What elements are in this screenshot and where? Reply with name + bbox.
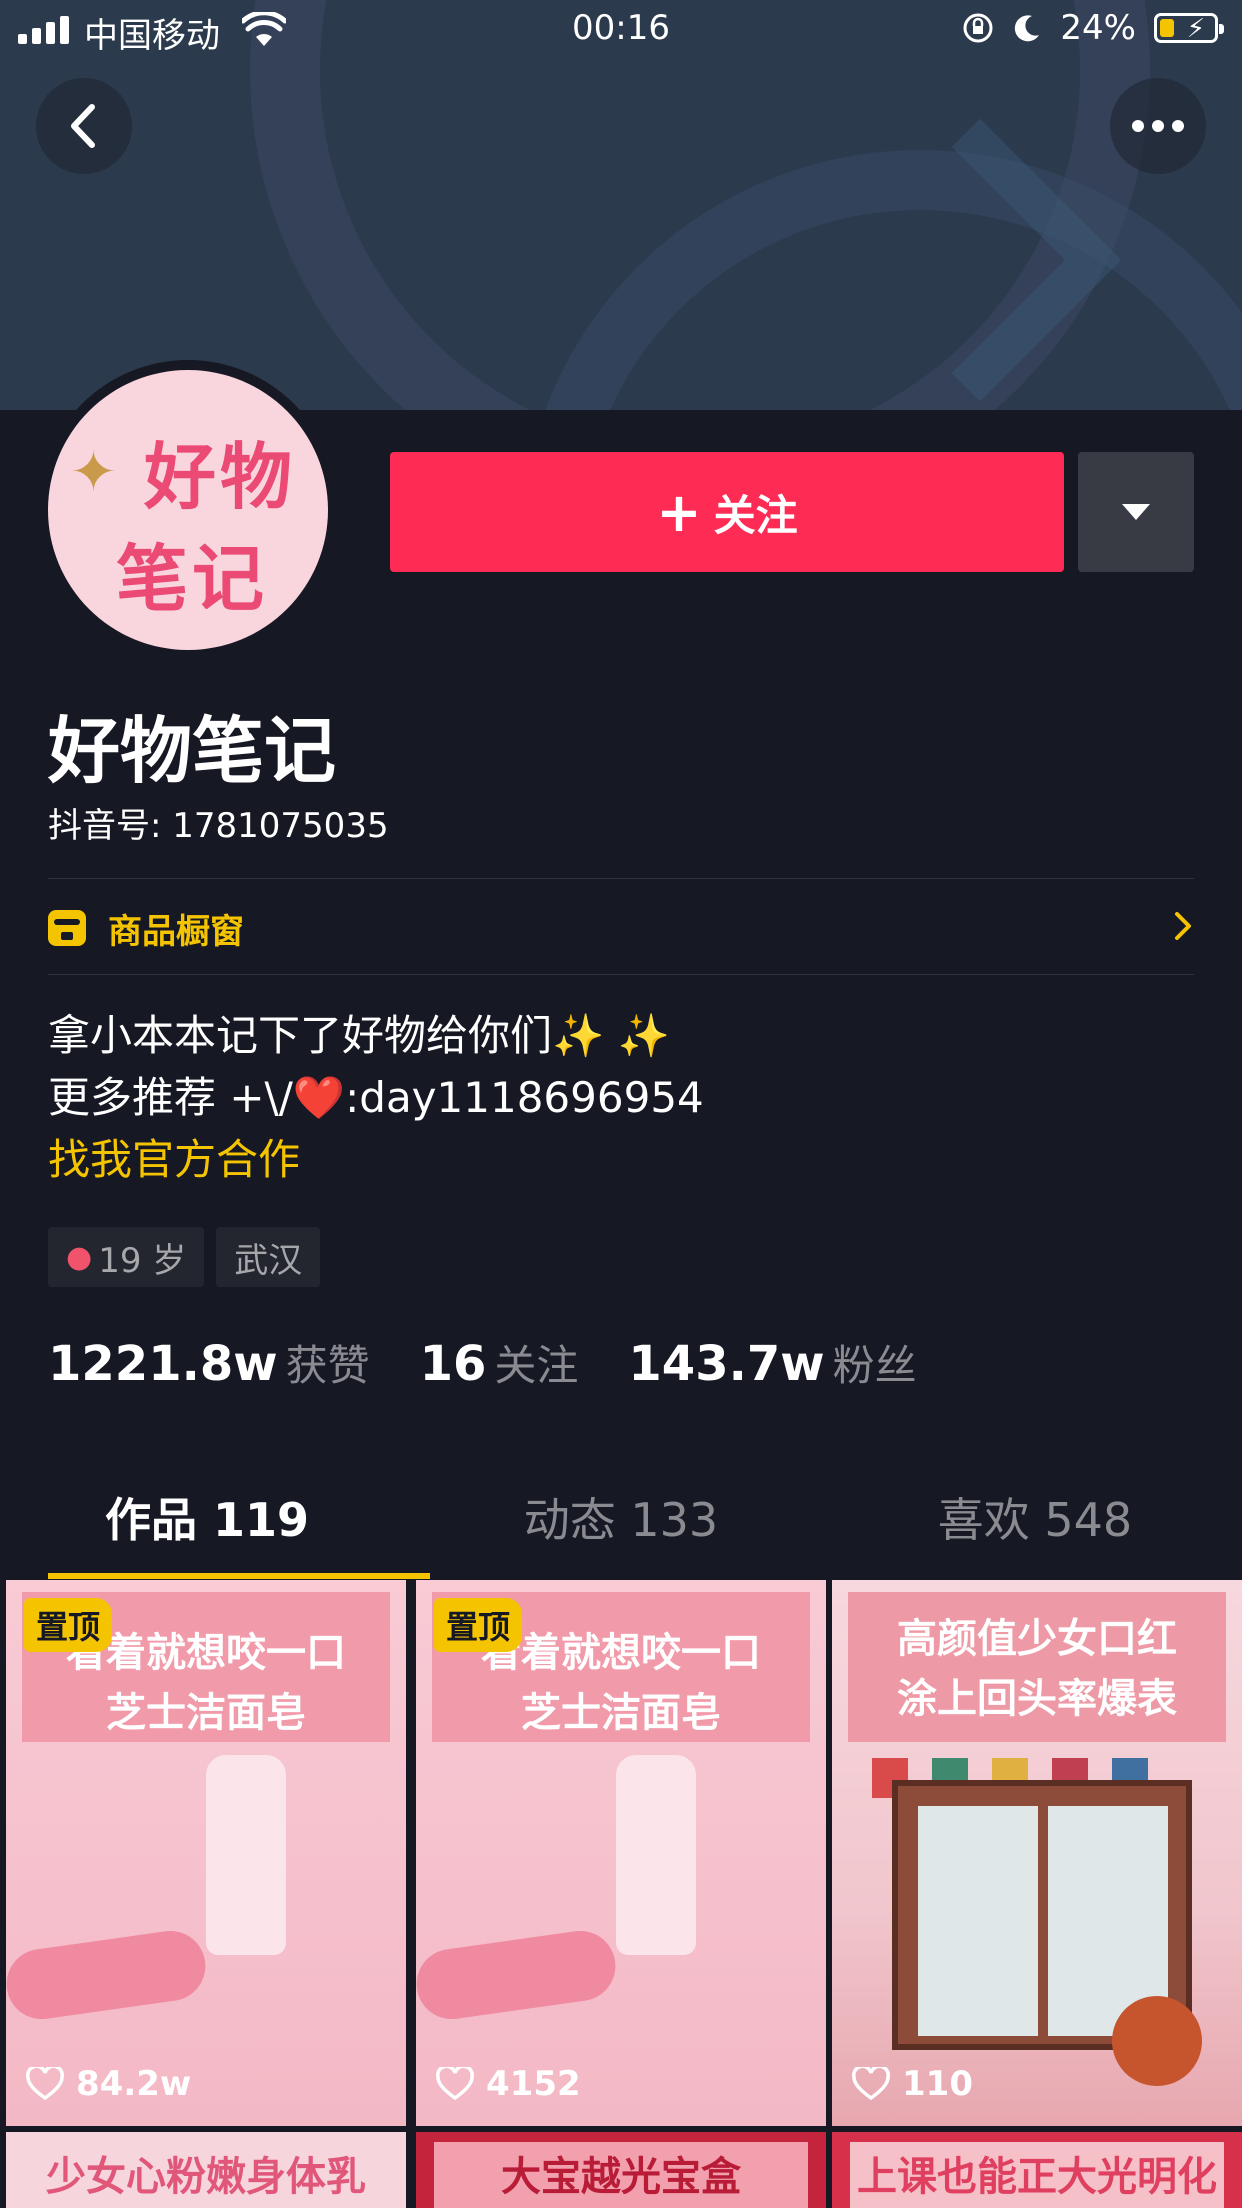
magic-wand-icon: ✦ <box>70 440 117 505</box>
cooperation-link[interactable]: 找我官方合作 <box>48 1129 704 1191</box>
battery-icon: ⚡ <box>1154 13 1224 44</box>
video-thumbnail[interactable]: 高颜值少女口红 涂上回头率爆表 110 <box>832 1580 1242 2126</box>
video-thumbnail[interactable]: 少女心粉嫩身体乳 <box>6 2132 406 2208</box>
pinned-badge: 置顶 <box>24 1598 113 1652</box>
stat-followers[interactable]: 143.7w 粉丝 <box>628 1332 916 1393</box>
chevron-right-icon <box>1175 912 1191 940</box>
video-likes: 4152 <box>436 2064 581 2104</box>
pinned-badge: 置顶 <box>434 1598 523 1652</box>
avatar-text-line1: 好物 <box>144 435 297 519</box>
tab-dynamics[interactable]: 动态 133 <box>414 1480 828 1580</box>
shop-icon <box>48 910 86 946</box>
shop-window-row[interactable]: 商品橱窗 <box>48 880 1194 976</box>
tab-works[interactable]: 作品 119 <box>0 1480 414 1580</box>
profile-stats: 1221.8w 获赞 16 关注 143.7w 粉丝 <box>48 1332 967 1393</box>
divider <box>48 974 1194 975</box>
recommend-dropdown-button[interactable] <box>1078 452 1194 572</box>
female-icon: ● <box>66 1239 93 1275</box>
chevron-left-icon <box>71 104 95 148</box>
video-likes: 110 <box>852 2064 973 2104</box>
avatar-text-line2: 笔记 <box>116 537 269 621</box>
profile-tabs: 作品 119 动态 133 喜欢 548 <box>0 1480 1242 1580</box>
plus-icon: + <box>656 480 702 544</box>
battery-percent: 24% <box>1060 8 1136 48</box>
douyin-id: 抖音号: 1781075035 <box>48 806 389 846</box>
heart-icon <box>26 2067 64 2101</box>
more-dots-icon <box>1132 120 1184 132</box>
rotation-lock-icon <box>963 13 993 43</box>
shop-window-label: 商品橱窗 <box>108 911 244 952</box>
video-thumbnail[interactable]: 看着就想咬一口 芝士洁面皂 置顶 4152 <box>416 1580 826 2126</box>
stat-likes: 1221.8w 获赞 <box>48 1336 370 1392</box>
profile-name: 好物笔记 <box>48 709 337 793</box>
profile-tags: ● 19 岁 武汉 <box>48 1227 321 1287</box>
video-grid: 看着就想咬一口 芝士洁面皂 置顶 84.2w 看着就想咬一口 芝士洁面皂 置顶 … <box>0 1580 1242 2208</box>
avatar[interactable]: ✦ 好物 笔记 <box>38 360 338 660</box>
video-thumbnail[interactable]: 上课也能正大光明化妆 <box>832 2132 1242 2208</box>
follow-label: 关注 <box>713 490 798 540</box>
city-tag: 武汉 <box>216 1227 321 1287</box>
moon-icon <box>1015 15 1040 42</box>
back-button[interactable] <box>36 78 132 174</box>
status-bar: 中国移动 00:16 24% ⚡ <box>0 0 1242 60</box>
bio-line2: 更多推荐 +\/❤️:day1118696954 <box>48 1073 704 1122</box>
heart-icon <box>436 2067 474 2101</box>
more-button[interactable] <box>1110 78 1206 174</box>
video-thumbnail[interactable]: 看着就想咬一口 芝士洁面皂 置顶 84.2w <box>6 1580 406 2126</box>
profile-bio: 拿小本本记下了好物给你们✨ ✨ 更多推荐 +\/❤️:day1118696954… <box>48 1005 704 1191</box>
stat-following[interactable]: 16 关注 <box>420 1332 579 1393</box>
age-tag: ● 19 岁 <box>48 1227 205 1287</box>
video-likes: 84.2w <box>26 2064 191 2104</box>
tab-likes[interactable]: 喜欢 548 <box>828 1480 1242 1580</box>
follow-button[interactable]: + 关注 <box>390 452 1064 572</box>
video-thumbnail[interactable]: 大宝越光宝盒 <box>416 2132 826 2208</box>
heart-icon <box>852 2067 890 2101</box>
triangle-down-icon <box>1122 504 1150 520</box>
profile-cover <box>0 0 1242 410</box>
active-tab-indicator <box>48 1573 430 1579</box>
bio-line1: 拿小本本记下了好物给你们✨ ✨ <box>48 1011 670 1060</box>
divider <box>48 878 1194 879</box>
